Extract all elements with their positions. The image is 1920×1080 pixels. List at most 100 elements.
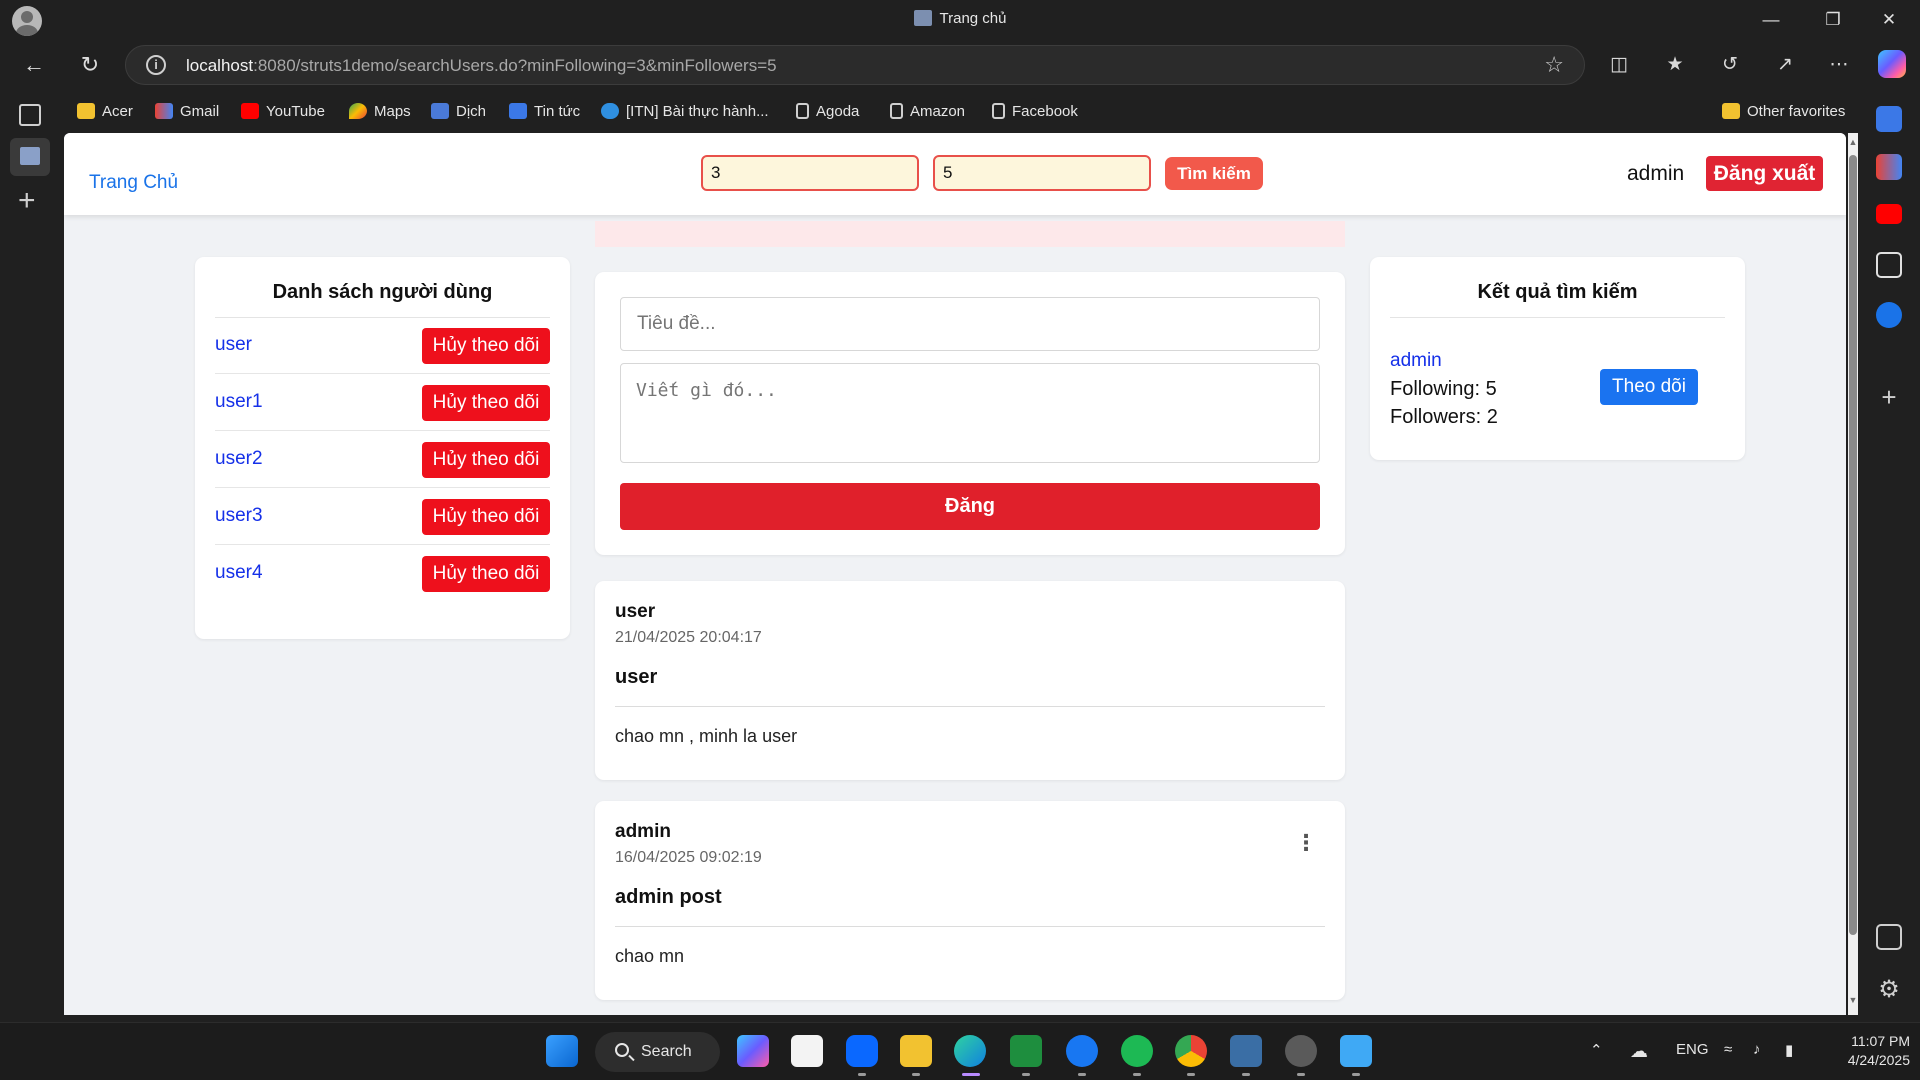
bookmark-acer[interactable]: Acer: [77, 100, 133, 124]
folder-icon: [77, 103, 95, 119]
youtube-sidebar-icon[interactable]: [1876, 204, 1902, 224]
unfollow-button[interactable]: Hủy theo dõi: [422, 442, 550, 478]
user-link[interactable]: user4: [215, 562, 263, 584]
running-indicator: [1022, 1073, 1030, 1076]
unfollow-button[interactable]: Hủy theo dõi: [422, 385, 550, 421]
home-link[interactable]: Trang Chủ: [89, 172, 178, 194]
screenshot-icon[interactable]: [1876, 924, 1902, 950]
user-link[interactable]: user3: [215, 505, 263, 527]
add-sidebar-icon[interactable]: +: [1876, 384, 1902, 412]
bookmark-youtube[interactable]: YouTube: [241, 100, 325, 124]
tab-favicon-icon: [20, 147, 40, 165]
min-followers-input[interactable]: [933, 155, 1151, 191]
bookmark-dich[interactable]: Dịch: [431, 100, 486, 124]
scroll-down-icon[interactable]: ▼: [1848, 995, 1858, 1005]
translate-sidebar-icon[interactable]: [1876, 106, 1902, 132]
windows-start-icon[interactable]: [546, 1035, 578, 1067]
taskbar: Search ⌃ ☁ ENG ≈ ♪ ▮ 11:07 PM 4/24/2025: [0, 1022, 1920, 1080]
restore-icon[interactable]: ❐: [1806, 4, 1860, 36]
new-tab-icon[interactable]: +: [18, 184, 36, 218]
spotify-icon[interactable]: [1121, 1035, 1153, 1067]
reload-icon[interactable]: ↻: [72, 47, 108, 83]
bookmark-facebook[interactable]: Facebook: [992, 100, 1078, 124]
gmail-sidebar-icon[interactable]: [1876, 154, 1902, 180]
search-button[interactable]: Tìm kiếm: [1165, 157, 1263, 190]
tab-actions-icon[interactable]: [19, 104, 41, 126]
post-title-input[interactable]: [620, 297, 1320, 351]
system-clock[interactable]: 11:07 PM 4/24/2025: [1810, 1032, 1910, 1070]
edge-taskbar-icon[interactable]: [954, 1035, 986, 1067]
more-menu-icon[interactable]: ⋯: [1824, 50, 1854, 80]
user-row: user Hủy theo dõi: [215, 317, 550, 374]
file-explorer-icon[interactable]: [900, 1035, 932, 1067]
other-favorites[interactable]: Other favorites: [1722, 100, 1845, 124]
onedrive-icon[interactable]: ☁: [1630, 1041, 1648, 1062]
bookmark-amazon[interactable]: Amazon: [890, 100, 965, 124]
post-body-input[interactable]: [620, 363, 1320, 463]
page-icon: [890, 103, 903, 119]
show-hidden-icons-icon[interactable]: ⌃: [1590, 1041, 1603, 1059]
post-submit-button[interactable]: Đăng: [620, 483, 1320, 530]
user-row: user1 Hủy theo dõi: [215, 374, 550, 431]
notepad-icon[interactable]: [1340, 1035, 1372, 1067]
bookmark-itn[interactable]: [ITN] Bài thực hành...: [601, 100, 769, 124]
users-list: user Hủy theo dõi user1 Hủy theo dõi use…: [195, 317, 570, 602]
copilot-taskbar-icon[interactable]: [737, 1035, 769, 1067]
close-icon[interactable]: ✕: [1862, 4, 1916, 36]
url-text[interactable]: localhost:8080/struts1demo/searchUsers.d…: [186, 56, 777, 76]
split-screen-icon[interactable]: ◫: [1604, 50, 1634, 80]
minimize-icon[interactable]: —: [1744, 4, 1798, 36]
logout-button[interactable]: Đăng xuất: [1706, 156, 1823, 191]
search-icon: [615, 1043, 629, 1057]
running-indicator: [1297, 1073, 1305, 1076]
scroll-up-icon[interactable]: ▲: [1848, 137, 1858, 147]
user-row: user4 Hủy theo dõi: [215, 545, 550, 602]
copilot-icon[interactable]: [1878, 50, 1906, 78]
classroom-icon[interactable]: [1010, 1035, 1042, 1067]
post-body: chao mn , minh la user: [615, 726, 798, 746]
user-link[interactable]: user: [215, 334, 252, 356]
favorites-icon[interactable]: ★: [1660, 50, 1690, 80]
active-tab[interactable]: [10, 138, 50, 176]
share-icon[interactable]: ↗: [1770, 50, 1800, 80]
page-scrollbar[interactable]: ▲ ▼: [1848, 133, 1858, 1015]
running-indicator: [1078, 1073, 1086, 1076]
unfollow-button[interactable]: Hủy theo dõi: [422, 328, 550, 364]
follow-button[interactable]: Theo dõi: [1600, 369, 1698, 405]
post-body: chao mn: [615, 946, 685, 966]
bookmark-agoda[interactable]: Agoda: [796, 100, 859, 124]
taskbar-search[interactable]: Search: [595, 1032, 720, 1072]
language-indicator[interactable]: ENG: [1676, 1041, 1709, 1058]
post-card: user 21/04/2025 20:04:17 user chao mn , …: [595, 581, 1345, 780]
site-info-icon[interactable]: i: [146, 55, 166, 75]
history-icon[interactable]: ↺: [1715, 50, 1745, 80]
bookmark-maps[interactable]: Maps: [349, 100, 411, 124]
volume-icon[interactable]: ♪: [1753, 1041, 1761, 1058]
unfollow-button[interactable]: Hủy theo dõi: [422, 556, 550, 592]
back-icon[interactable]: ←: [16, 47, 52, 83]
settings-icon[interactable]: ⚙: [1876, 977, 1902, 1003]
bookmark-gmail[interactable]: Gmail: [155, 100, 219, 124]
unfollow-button[interactable]: Hủy theo dõi: [422, 499, 550, 535]
zalo-sidebar-icon[interactable]: [1876, 302, 1902, 328]
mysql-workbench-icon[interactable]: [1230, 1035, 1262, 1067]
zalo-taskbar-icon[interactable]: [846, 1035, 878, 1067]
store-icon[interactable]: [791, 1035, 823, 1067]
wifi-icon[interactable]: ≈: [1724, 1041, 1732, 1058]
min-following-input[interactable]: [701, 155, 919, 191]
more-options-icon[interactable]: ⋮: [1295, 832, 1317, 857]
favorite-star-icon[interactable]: ☆: [1544, 52, 1564, 78]
bookmark-tin-tuc[interactable]: Tin tức: [509, 100, 580, 124]
settings-app-icon[interactable]: [1285, 1035, 1317, 1067]
scrollbar-thumb[interactable]: [1849, 155, 1857, 935]
maps-icon: [349, 103, 367, 119]
chrome-icon[interactable]: [1175, 1035, 1207, 1067]
facebook-icon[interactable]: [1066, 1035, 1098, 1067]
c-app-sidebar-icon[interactable]: [1876, 252, 1902, 278]
user-link[interactable]: user2: [215, 448, 263, 470]
user-link[interactable]: user1: [215, 391, 263, 413]
address-bar[interactable]: i localhost:8080/struts1demo/searchUsers…: [125, 45, 1585, 85]
battery-icon[interactable]: ▮: [1785, 1041, 1793, 1059]
vertical-tab-strip: +: [0, 92, 62, 1022]
result-user-link[interactable]: admin: [1390, 350, 1442, 372]
